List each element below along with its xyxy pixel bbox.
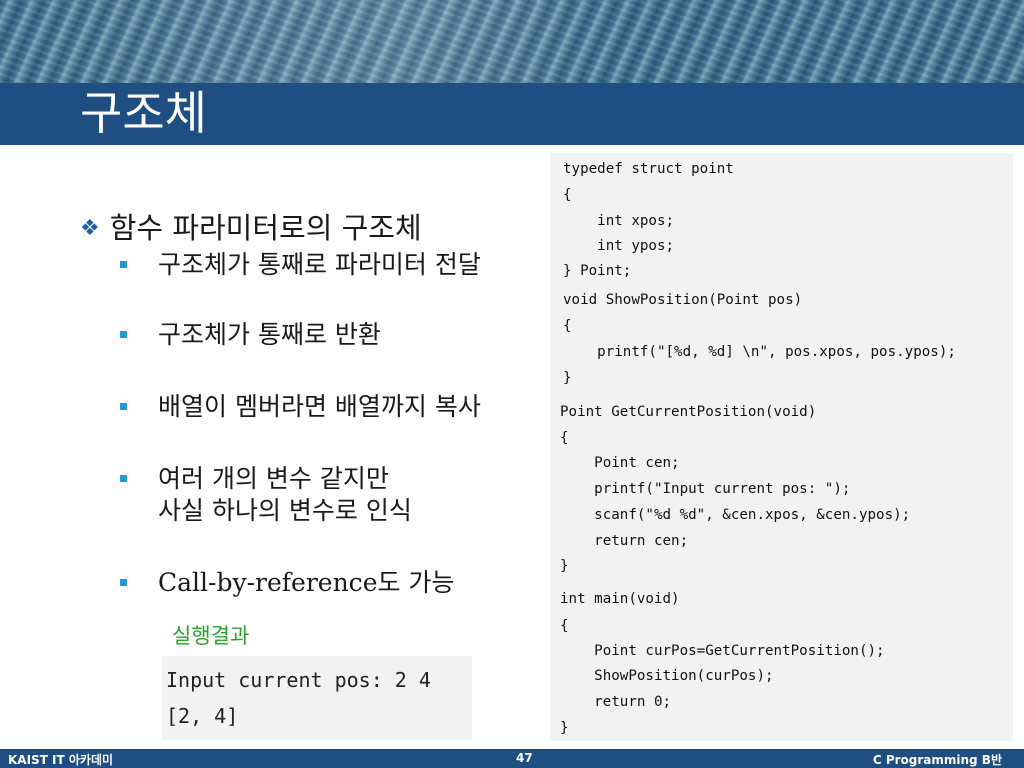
code-line: { (560, 618, 569, 634)
code-listing: typedef struct point { int xpos; int ypos… (550, 153, 1013, 741)
code-line: int xpos; (563, 213, 675, 229)
square-bullet-icon (120, 261, 127, 268)
code-line: { (563, 318, 572, 334)
result-output-box: Input current pos: 2 4 [2, 4] (162, 656, 472, 740)
code-line: scanf("%d %d", &cen.xpos, &cen.ypos); (560, 507, 911, 523)
code-line: { (563, 187, 572, 203)
code-line: typedef struct point (563, 161, 734, 177)
header-banner-image (0, 0, 1024, 83)
footer-right-text: C Programming B반 (872, 753, 1002, 767)
sub-bullet-text: 배열이 멤버라면 배열까지 복사 (158, 392, 481, 421)
main-bullet-text: 함수 파라미터로의 구조체 (109, 211, 422, 245)
code-line: Point cen; (560, 455, 680, 471)
sub-bullet-text: 여러 개의 변수 같지만 (158, 464, 389, 493)
code-line: printf("[%d, %d] \n", pos.xpos, pos.ypos… (563, 344, 956, 360)
code-line: ShowPosition(curPos); (560, 668, 774, 684)
sub-bullet-text: 구조체가 통째로 파라미터 전달 (158, 250, 481, 279)
output-line: Input current pos: 2 4 (166, 668, 431, 692)
slide-title: 구조체 (80, 86, 207, 140)
footer-bar: KAIST IT 아카데미 47 C Programming B반 (0, 749, 1024, 768)
sub-bullet-text: 구조체가 통째로 반환 (158, 320, 381, 349)
code-line: return 0; (560, 694, 672, 710)
code-line: } (563, 370, 572, 386)
main-bullet: ❖ 함수 파라미터로의 구조체 (80, 205, 422, 247)
square-bullet-icon (120, 331, 127, 338)
code-line: int main(void) (560, 591, 680, 607)
code-line: } (560, 720, 569, 736)
code-line: Point GetCurrentPosition(void) (560, 404, 817, 420)
code-line: printf("Input current pos: "); (560, 481, 851, 497)
code-line: int ypos; (563, 238, 675, 254)
code-line: Point curPos=GetCurrentPosition(); (560, 643, 885, 659)
code-line: } Point; (563, 263, 632, 279)
diamond-cluster-icon: ❖ (80, 216, 100, 241)
code-line: return cen; (560, 533, 689, 549)
sub-bullet-text: Call-by-reference도 가능 (158, 568, 455, 597)
footer-left-text: KAIST IT 아카데미 (8, 753, 114, 767)
square-bullet-icon (120, 475, 127, 482)
square-bullet-icon (120, 579, 127, 586)
square-bullet-icon (120, 403, 127, 410)
output-line: [2, 4] (166, 704, 239, 728)
code-line: void ShowPosition(Point pos) (563, 292, 803, 308)
code-line: } (560, 558, 569, 574)
code-line: { (560, 430, 569, 446)
page-number: 47 (516, 751, 533, 765)
sub-bullet-text: 사실 하나의 변수로 인식 (158, 496, 412, 525)
result-label: 실행결과 (172, 624, 250, 648)
